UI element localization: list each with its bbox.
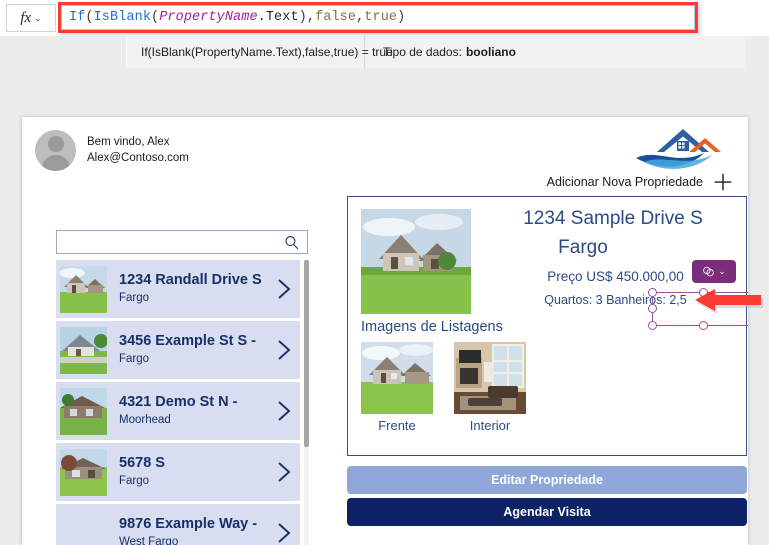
chevron-right-icon[interactable] <box>273 521 295 545</box>
fx-toggle-button[interactable]: fx ⌄ <box>6 4 56 32</box>
listing-image-item[interactable]: Interior <box>454 342 526 433</box>
property-main-image <box>361 209 471 314</box>
gallery-item-title: 4321 Demo St N - <box>119 394 238 411</box>
search-box[interactable] <box>56 230 308 255</box>
gallery-item-thumbnail <box>60 265 107 313</box>
gallery-item-text: 3456 Example St S - Fargo <box>119 333 273 366</box>
datatype-value: booliano <box>465 45 516 59</box>
token-close-paren-1: ) <box>298 10 307 25</box>
person-avatar-icon <box>35 130 76 171</box>
formula-result-box: If(IsBlank(PropertyName.Text),false,true… <box>126 36 745 68</box>
chevron-right-icon[interactable] <box>273 277 295 301</box>
gallery-item[interactable]: 5678 S Fargo <box>56 443 300 504</box>
property-rooms: Quartos: 3 Banheiros: 2,5 <box>544 293 687 307</box>
token-open-paren-2: ( <box>151 10 160 25</box>
app-screen: Bem vindo, Alex Alex@Contoso.com 1234 Ra… <box>22 117 748 545</box>
gallery-item[interactable]: 4321 Demo St N - Moorhead <box>56 382 300 443</box>
gallery-item-thumbnail <box>60 387 107 435</box>
token-if: If <box>69 10 86 25</box>
datatype-label: Tipo de dados: <box>383 45 462 59</box>
left-panel: Bem vindo, Alex Alex@Contoso.com 1234 Ra… <box>22 117 309 545</box>
gallery-item-city: Fargo <box>119 292 150 305</box>
formula-result-expression: If(IsBlank(PropertyName.Text),false,true… <box>127 36 393 68</box>
gallery-item-thumbnail <box>60 510 107 545</box>
property-detail-card: 1234 Sample Drive S Fargo Preço US$ 450.… <box>347 196 748 456</box>
gallery-item-title: 1234 Randall Drive S <box>119 272 262 289</box>
chevron-right-icon[interactable] <box>273 460 295 484</box>
gallery-item-text: 5678 S Fargo <box>119 455 273 488</box>
search-input[interactable] <box>62 231 286 255</box>
gallery-item[interactable]: 1234 Randall Drive S Fargo <box>56 260 300 321</box>
property-picker-icon <box>703 266 715 277</box>
formula-input-highlight: If(IsBlank(PropertyName.Text),false,true… <box>58 2 698 33</box>
house-roof-logo <box>636 129 721 169</box>
schedule-visit-button[interactable]: Agendar Visita <box>347 498 747 526</box>
gallery-item-city: West Fargo <box>119 536 179 545</box>
edit-property-button[interactable]: Editar Propriedade <box>347 466 747 494</box>
token-comma-1: , <box>306 10 316 25</box>
gallery-item-city: Fargo <box>119 353 150 366</box>
listing-image-caption: Frente <box>378 418 416 433</box>
user-greeting: Bem vindo, Alex <box>87 136 170 149</box>
add-new-property-label: Adicionar Nova Propriedade <box>546 175 703 189</box>
listing-image-interior[interactable] <box>454 342 526 414</box>
gallery-item-text: 4321 Demo St N - Moorhead <box>119 394 273 427</box>
formula-bar-strip: fx ⌄ If(IsBlank(PropertyName.Text),false… <box>0 0 769 36</box>
gallery-item-thumbnail <box>60 448 107 496</box>
gallery-item-text: 1234 Randall Drive S Fargo <box>119 272 273 305</box>
chevron-down-icon: ⌄ <box>34 12 42 23</box>
search-icon[interactable] <box>283 234 300 251</box>
gallery-item-city: Fargo <box>119 475 150 488</box>
property-gallery[interactable]: 1234 Randall Drive S Fargo 3456 Example St… <box>56 260 309 545</box>
chevron-right-icon[interactable] <box>273 399 295 423</box>
listing-image-front[interactable] <box>361 342 433 414</box>
user-email: Alex@Contoso.com <box>87 152 189 164</box>
listing-images-label: Imagens de Listagens <box>361 319 503 335</box>
token-control-name: PropertyName <box>159 10 258 25</box>
formula-result-bar: If(IsBlank(PropertyName.Text),false,true… <box>0 36 769 68</box>
token-true: true <box>364 10 398 25</box>
formula-datatype: Tipo de dados: booliano <box>365 45 516 59</box>
user-info: Bem vindo, Alex Alex@Contoso.com <box>35 130 189 171</box>
fx-icon: fx <box>20 9 32 26</box>
listing-images-gallery: Frente Interior <box>361 342 526 433</box>
app-canvas: Bem vindo, Alex Alex@Contoso.com 1234 Ra… <box>0 68 769 545</box>
formula-input[interactable]: If(IsBlank(PropertyName.Text),false,true… <box>61 5 695 30</box>
formula-text: If(IsBlank(PropertyName.Text),false,true… <box>69 10 405 25</box>
listing-image-caption: Interior <box>469 418 511 433</box>
gallery-item-title: 3456 Example St S - <box>119 333 257 350</box>
gallery-item[interactable]: 3456 Example St S - Fargo <box>56 321 300 382</box>
gallery-item-title: 5678 S <box>119 455 165 472</box>
gallery-item-city: Moorhead <box>119 414 171 427</box>
add-new-property-button[interactable]: Adicionar Nova Propriedade <box>547 171 734 193</box>
token-property: .Text <box>257 10 299 25</box>
property-city: Fargo <box>558 237 608 258</box>
gallery-item-title: 9876 Example Way - <box>119 516 258 533</box>
gallery-item[interactable]: 9876 Example Way - West Fargo <box>56 504 300 545</box>
token-isblank: IsBlank <box>93 10 152 25</box>
property-picker-chip[interactable]: ⌄ <box>692 260 736 283</box>
chevron-right-icon[interactable] <box>273 338 295 362</box>
token-open-paren-1: ( <box>85 10 94 25</box>
gallery-item-thumbnail <box>60 326 107 374</box>
property-address: 1234 Sample Drive S <box>523 208 703 229</box>
right-panel: Adicionar Nova Propriedade 1234 Sample D… <box>309 117 748 545</box>
token-close-paren-2: ) <box>397 10 406 25</box>
power-apps-editor: fx ⌄ If(IsBlank(PropertyName.Text),false… <box>0 0 769 545</box>
gallery-item-text: 9876 Example Way - West Fargo <box>119 516 273 545</box>
listing-image-item[interactable]: Frente <box>361 342 433 433</box>
plus-icon[interactable] <box>712 171 734 193</box>
token-false: false <box>315 10 357 25</box>
chevron-down-icon: ⌄ <box>718 266 726 276</box>
